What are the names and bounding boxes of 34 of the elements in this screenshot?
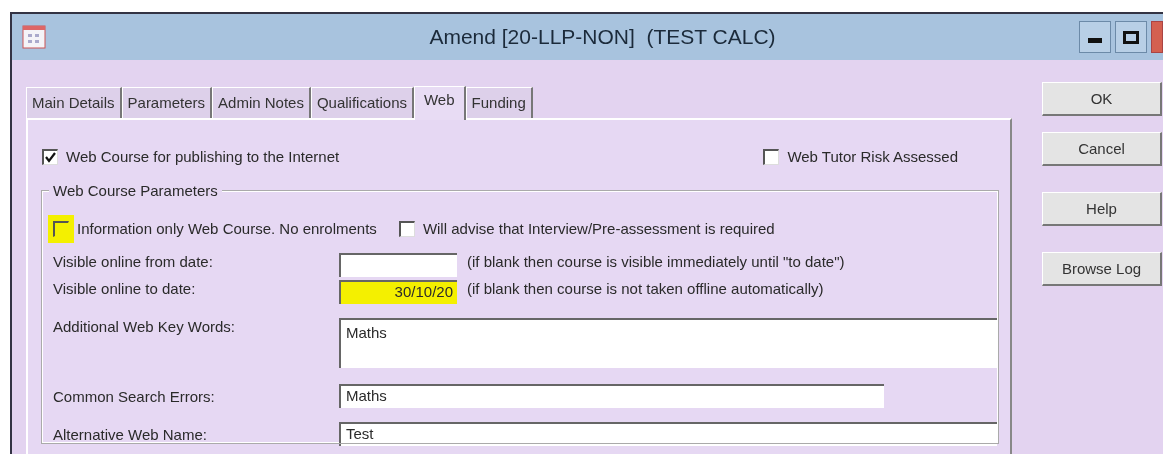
dialog-button[interactable]: Help	[1042, 192, 1162, 226]
field-label: Common Search Errors:	[53, 387, 216, 405]
tab[interactable]: Funding	[465, 87, 533, 118]
hint-text: (if blank then course is not taken offline automatically)	[467, 280, 824, 297]
maximize-button[interactable]	[1115, 21, 1147, 53]
dialog-button[interactable]: Cancel	[1042, 132, 1162, 166]
tab[interactable]: Main Details	[26, 87, 122, 118]
hint-text: (if blank then course is visible immediately until "to date")	[467, 253, 845, 270]
input-field[interactable]: Maths	[339, 384, 884, 408]
checkbox[interactable]	[763, 148, 780, 165]
date-field[interactable]: 30/10/20	[339, 280, 457, 304]
tab[interactable]: Web	[414, 86, 466, 120]
checkbox[interactable]	[398, 220, 415, 237]
calendar-icon	[22, 25, 46, 49]
group-title: Web Course Parameters	[49, 182, 222, 199]
input-field[interactable]: Test	[339, 422, 997, 446]
checkbox-label: Web Tutor Risk Assessed	[787, 148, 958, 165]
window-title: Amend [20-LLP-NON] (TEST CALC)	[428, 25, 777, 49]
field-label: Visible online to date:	[53, 280, 197, 297]
tab[interactable]: Parameters	[121, 87, 213, 118]
dialog-button[interactable]: OK	[1042, 82, 1162, 116]
text-area[interactable]: Maths	[339, 318, 997, 368]
dialog-button[interactable]: Browse Log	[1042, 252, 1162, 286]
checkbox[interactable]	[42, 148, 58, 165]
field-label: Alternative Web Name:	[53, 425, 208, 443]
minimize-button[interactable]	[1079, 21, 1111, 53]
field-label: Additional Web Key Words:	[53, 318, 237, 335]
checkbox-label: Will advise that Interview/Pre-assessment is required	[422, 220, 775, 237]
checkbox-label: Information only Web Course. No enrolments	[77, 220, 377, 237]
tab[interactable]: Admin Notes	[212, 87, 311, 118]
date-field[interactable]	[339, 253, 457, 277]
field-label: Visible online from date:	[53, 253, 214, 270]
checkbox-label: Web Course for publishing to the Internet	[66, 148, 340, 165]
tab[interactable]: Qualifications	[310, 87, 414, 118]
